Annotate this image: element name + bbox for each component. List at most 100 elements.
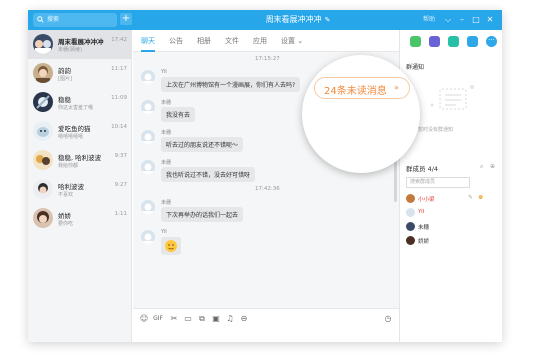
dropdown-icon[interactable]: ⌵ xyxy=(442,10,454,30)
sender-name: YiI xyxy=(161,69,167,75)
emoji-icon xyxy=(165,240,177,252)
sender-name: 未穗 xyxy=(161,100,172,106)
member-search-icon[interactable]: ⌕ xyxy=(480,163,483,171)
members-title: 群成员 4/4 xyxy=(406,165,439,173)
conversation-item[interactable]: 韵韵 [图片] 11:17 xyxy=(28,59,132,88)
input-toolbar: ☺ GIF ✂ ▭ ⧉ ▣ ♫ ⊖ ◷ xyxy=(133,308,399,342)
screenshot-icon[interactable]: ⧉ xyxy=(197,314,207,324)
message-bubble[interactable]: 下次再举办的话我们一起去 xyxy=(161,207,244,222)
double-chevron-up-icon: » xyxy=(394,83,399,92)
video-icon[interactable] xyxy=(429,36,440,47)
help-link[interactable]: 帮助 xyxy=(423,10,435,30)
emoji-message[interactable] xyxy=(161,237,181,255)
conversation-time: 10:14 xyxy=(111,124,127,130)
avatar xyxy=(406,208,415,217)
edit-icon[interactable]: ✎ xyxy=(468,194,473,201)
scissors-icon[interactable]: ✂ xyxy=(169,314,179,324)
group-avatar xyxy=(33,150,53,170)
conversation-item[interactable]: 稳稳 你这太害羞了哦 11:09 xyxy=(28,88,132,117)
message-bubble[interactable]: 听去过的朋友说还不错呢～ xyxy=(161,137,244,152)
folder-icon[interactable]: ▭ xyxy=(183,314,193,324)
sender-name: 未穗 xyxy=(161,200,172,206)
message-bubble[interactable]: 上次在广州博物馆有一个漫画展，你们有人去吗? xyxy=(161,77,301,92)
conversation-time: 11:09 xyxy=(111,95,127,101)
conversation-item[interactable]: 爱吃鱼的猫 嘻嘻嘻嘻嘻 10:14 xyxy=(28,117,132,146)
group-avatar xyxy=(33,34,53,54)
invite-icon[interactable] xyxy=(467,36,478,47)
conversation-preview: 嘻嘻嘻嘻嘻 xyxy=(58,134,84,140)
member-item[interactable]: 未穗 xyxy=(406,221,496,233)
image-icon[interactable]: ▣ xyxy=(211,314,221,324)
member-item[interactable]: YiI xyxy=(406,207,496,219)
phone-icon[interactable] xyxy=(410,36,421,47)
conversation-name: 爱吃鱼的猫 xyxy=(58,125,91,133)
avatar xyxy=(141,100,155,114)
member-name: 娇娇 xyxy=(418,239,430,245)
conversation-time: 9:37 xyxy=(114,153,127,159)
tab-apps[interactable]: 应用 xyxy=(253,30,267,52)
member-item[interactable]: 娇娇 xyxy=(406,235,496,247)
conversation-name: 韵韵 xyxy=(58,67,71,75)
avatar xyxy=(406,194,415,203)
close-button[interactable]: ✕ xyxy=(484,10,496,30)
conversation-item[interactable]: 周末看展冲冲冲 未穗(顾绫) 17:42 xyxy=(28,30,132,59)
search-icon xyxy=(37,16,44,23)
more-options-icon[interactable]: ··· xyxy=(486,36,497,47)
conversation-list: 周末看展冲冲冲 未穗(顾绫) 17:42 韵韵 [图片] 11:17 稳稳 你这… xyxy=(28,30,132,342)
edit-title-icon[interactable]: ✎ xyxy=(325,16,331,24)
maximize-button[interactable]: □ xyxy=(470,10,482,30)
conversation-preview: 你这太害羞了哦 xyxy=(58,105,94,111)
avatar xyxy=(141,200,155,214)
unread-magnifier: 24条未读消息 » xyxy=(302,55,420,173)
notice-title: 群通知 xyxy=(406,64,425,71)
timestamp: 17:42:36 xyxy=(255,186,280,192)
notice-empty-text: 暂时没有群通知 xyxy=(418,127,454,133)
screen-share-icon[interactable] xyxy=(448,36,459,47)
search-label: 搜索 xyxy=(47,16,60,23)
avatar xyxy=(33,121,53,141)
message-bubble[interactable]: 我也听说过不错，没去好可惜呀 xyxy=(161,167,256,182)
conversation-time: 9:27 xyxy=(114,182,127,188)
bell-icon[interactable]: ♫ xyxy=(225,314,235,324)
emoji-icon[interactable]: ☺ xyxy=(139,314,149,324)
avatar xyxy=(141,160,155,174)
avatar xyxy=(141,230,155,244)
avatar xyxy=(141,70,155,84)
sender-name: YiI xyxy=(161,229,167,235)
avatar xyxy=(406,222,415,231)
conversation-preview: [图片] xyxy=(58,76,72,82)
chat-window: 搜索 + 周末看展冲冲冲 ✎ 帮助 ⌵ – □ ✕ 周末看展冲冲冲 未穗(顾绫) … xyxy=(28,10,502,342)
search-box[interactable]: 搜索 xyxy=(33,13,117,27)
gif-icon[interactable]: GIF xyxy=(153,314,163,324)
add-member-icon[interactable]: ⊕ xyxy=(490,163,495,170)
conversation-name: 稳稳 xyxy=(58,96,71,104)
window-title: 周末看展冲冲冲 ✎ xyxy=(203,10,393,30)
history-icon[interactable]: ◷ xyxy=(383,314,393,324)
conversation-item[interactable]: 哈利波波 不喜欢 9:27 xyxy=(28,175,132,204)
conversation-name: 哈利波波 xyxy=(58,183,84,191)
conversation-item[interactable]: 稳稳, 哈利波波 我给你都 9:37 xyxy=(28,146,132,175)
tab-announcement[interactable]: 公告 xyxy=(169,30,183,52)
conversation-time: 11:17 xyxy=(111,66,127,72)
conversation-preview: 不喜欢 xyxy=(58,192,74,198)
more-icon[interactable]: ⊖ xyxy=(239,314,249,324)
conversation-time: 1:11 xyxy=(114,211,127,217)
tab-chat[interactable]: 聊天 xyxy=(141,30,155,52)
conversation-preview: 我给你都 xyxy=(58,163,79,169)
member-item[interactable]: 小小梁 ✎ ♚ xyxy=(406,193,496,205)
minimize-button[interactable]: – xyxy=(456,10,468,30)
conversation-item[interactable]: 娇娇 要你吃 1:11 xyxy=(28,204,132,233)
tab-album[interactable]: 相册 xyxy=(197,30,211,52)
avatar xyxy=(33,179,53,199)
avatar xyxy=(33,92,53,112)
chat-tabs: 聊天 公告 相册 文件 应用 设置 ⌄ xyxy=(133,30,399,52)
tab-files[interactable]: 文件 xyxy=(225,30,239,52)
conversation-name: 娇娇 xyxy=(58,212,71,220)
tab-settings[interactable]: 设置 ⌄ xyxy=(281,30,303,52)
avatar xyxy=(33,208,53,228)
add-button[interactable]: + xyxy=(120,13,132,25)
avatar xyxy=(406,236,415,245)
title-bar: 搜索 + 周末看展冲冲冲 ✎ 帮助 ⌵ – □ ✕ xyxy=(28,10,502,30)
message-bubble[interactable]: 我没有去 xyxy=(161,107,196,122)
member-search-input[interactable]: 搜索群成员 xyxy=(406,177,470,188)
